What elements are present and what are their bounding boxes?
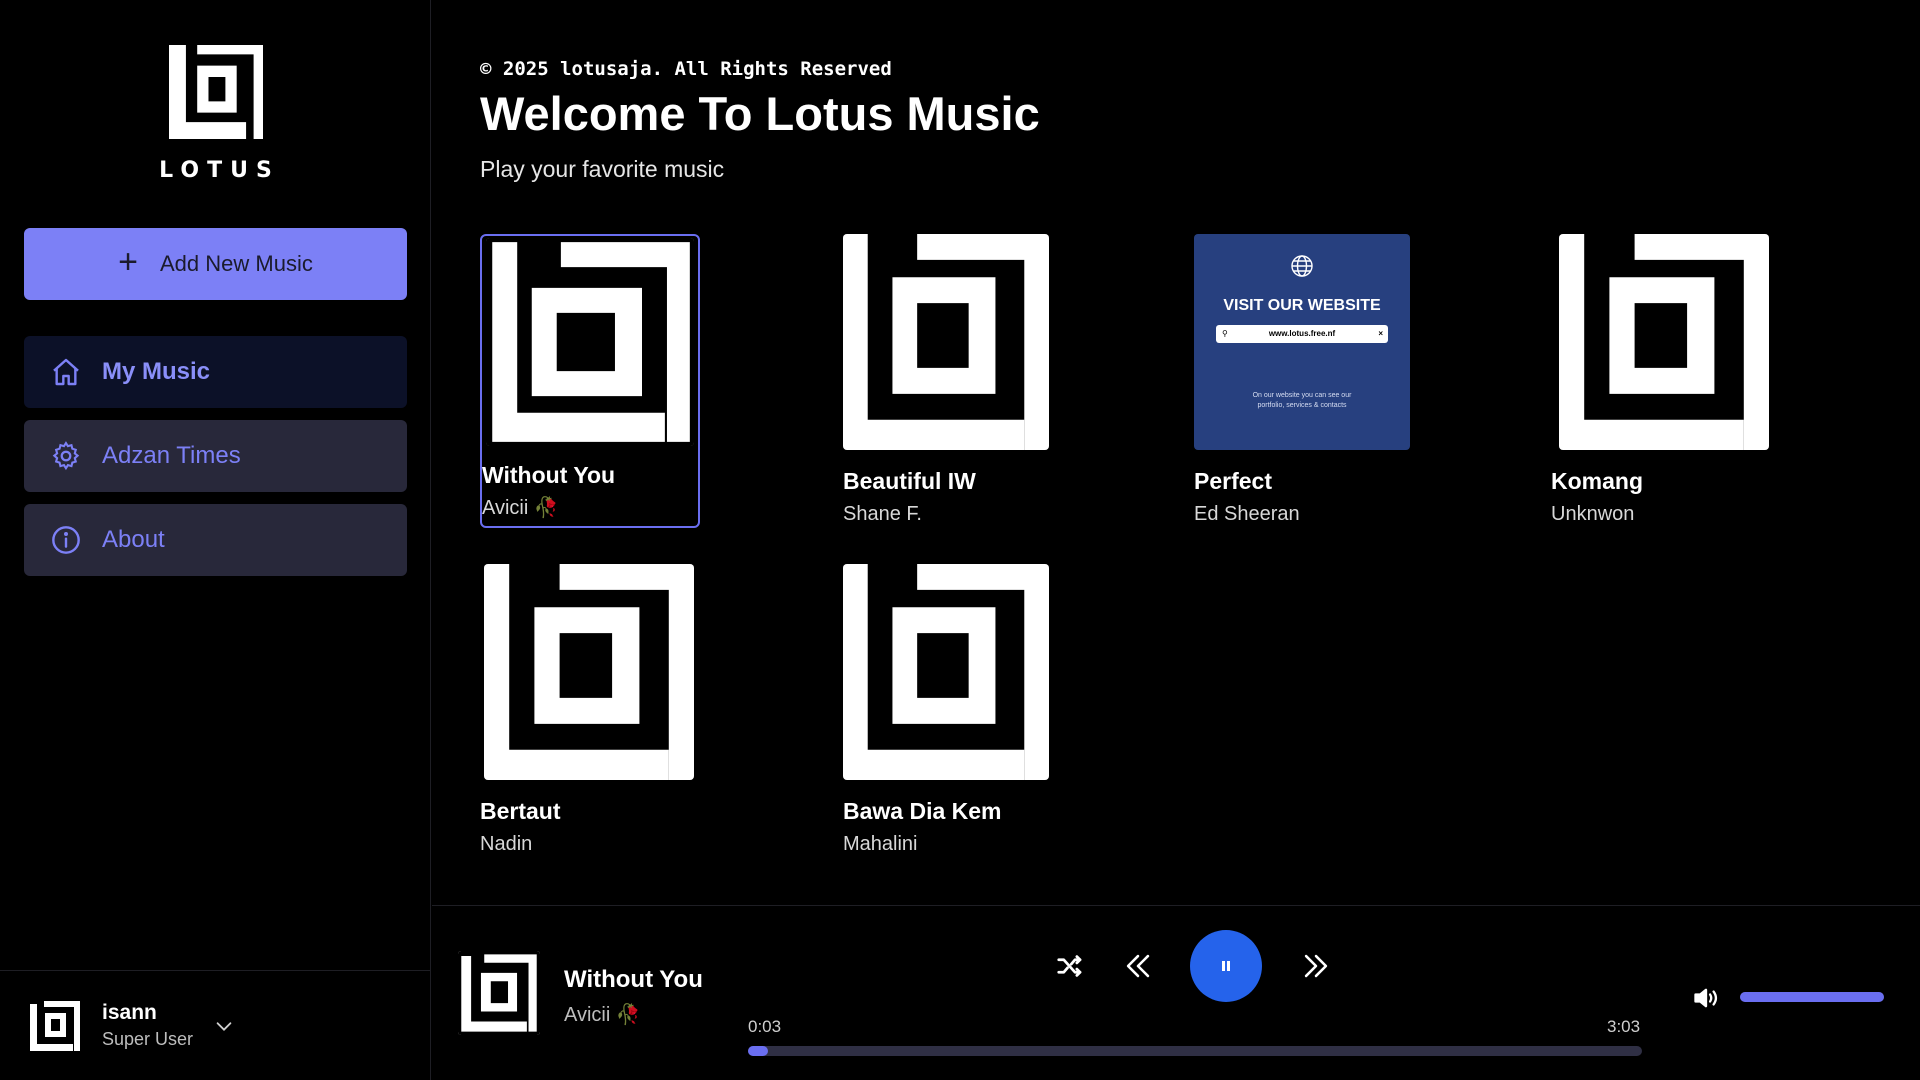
now-playing-title: Without You (564, 966, 703, 993)
player-bar: Without You Avicii 🥀 0:03 3:03 (432, 905, 1920, 1080)
copyright-text: © 2025 lotusaja. All Rights Reserved (480, 58, 892, 80)
song-artist: Nadin (480, 833, 533, 855)
ad-url-bar: ⚲ www.lotus.free.nf × (1216, 325, 1388, 343)
song-title: Without You (482, 462, 616, 488)
pause-button[interactable] (1190, 930, 1262, 1002)
sidebar-item-label: Adzan Times (102, 442, 241, 469)
volume-button[interactable] (1688, 982, 1724, 1014)
add-new-music-label: Add New Music (160, 251, 313, 276)
ad-footer: On our website you can see our portfolio… (1194, 391, 1410, 411)
main-content: © 2025 lotusaja. All Rights Reserved Wel… (432, 0, 1920, 905)
sidebar: LOTUS + Add New Music My Music Adzan Tim… (0, 0, 431, 1080)
avatar (30, 1000, 80, 1051)
progress-bar[interactable] (748, 1046, 1642, 1056)
ad-footer-line: On our website you can see our (1252, 392, 1352, 399)
shuffle-icon (1057, 955, 1082, 977)
song-artist: Avicii 🥀 (482, 497, 559, 519)
song-artist: Ed Sheeran (1194, 503, 1300, 525)
now-playing-cover (458, 951, 540, 1035)
chevron-down-icon[interactable] (213, 1015, 235, 1037)
song-card[interactable]: Bawa Dia Kem Mahalini (843, 564, 1059, 856)
lotus-logo-icon (843, 234, 1049, 450)
brand[interactable]: LOTUS (0, 40, 431, 183)
song-artist: Shane F. (843, 503, 922, 525)
gear-icon (50, 440, 82, 472)
song-title: Komang (1551, 468, 1643, 494)
now-playing-artist: Avicii 🥀 (564, 1004, 641, 1026)
user-profile[interactable]: isann Super User (0, 970, 431, 1080)
double-chevron-right-icon (1304, 954, 1328, 978)
sidebar-item-label: About (102, 526, 165, 553)
lotus-logo-icon (1559, 234, 1769, 450)
lotus-logo-icon (458, 951, 540, 1035)
song-title: Perfect (1194, 468, 1272, 494)
close-icon: × (1378, 329, 1383, 338)
song-cover (486, 238, 694, 446)
plus-icon: + (118, 243, 138, 281)
lotus-logo-icon (486, 238, 694, 446)
current-time: 0:03 (748, 1017, 782, 1036)
song-title: Bawa Dia Kem (843, 798, 1002, 824)
song-artist: Unknwon (1551, 503, 1635, 525)
song-card[interactable]: Bertaut Nadin (480, 564, 696, 856)
progress-fill (748, 1046, 768, 1056)
website-ad-cover: VISIT OUR WEBSITE ⚲ www.lotus.free.nf × … (1194, 234, 1410, 450)
volume-fill (1740, 992, 1884, 1002)
logo-text: LOTUS (159, 158, 280, 183)
song-cover (484, 564, 694, 780)
song-card[interactable]: Komang Unknwon (1551, 234, 1769, 526)
song-title: Beautiful IW (843, 468, 976, 494)
add-new-music-button[interactable]: + Add New Music (24, 228, 407, 300)
lotus-logo-icon (168, 45, 263, 139)
next-button[interactable] (1296, 946, 1336, 986)
ad-heading: VISIT OUR WEBSITE (1223, 297, 1381, 314)
song-card[interactable]: VISIT OUR WEBSITE ⚲ www.lotus.free.nf × … (1194, 234, 1410, 526)
song-card[interactable]: Without You Avicii 🥀 (480, 234, 700, 528)
app-root: LOTUS + Add New Music My Music Adzan Tim… (0, 0, 1920, 1080)
song-cover (1559, 234, 1769, 450)
sidebar-item-adzan-times[interactable]: Adzan Times (24, 420, 407, 492)
sidebar-item-label: My Music (102, 358, 211, 385)
user-role: Super User (102, 1029, 194, 1049)
total-duration: 3:03 (1607, 1017, 1641, 1036)
info-icon (50, 524, 82, 556)
double-chevron-left-icon (1126, 954, 1150, 978)
song-artist: Mahalini (843, 833, 918, 855)
song-title: Bertaut (480, 798, 561, 824)
page-title: Welcome To Lotus Music (480, 87, 1040, 140)
previous-button[interactable] (1118, 946, 1158, 986)
ad-footer-line: portfolio, services & contacts (1257, 402, 1347, 409)
song-cover (843, 234, 1049, 450)
shuffle-button[interactable] (1052, 948, 1088, 984)
sidebar-item-my-music[interactable]: My Music (24, 336, 407, 408)
page-subtitle: Play your favorite music (480, 156, 725, 182)
search-icon: ⚲ (1222, 329, 1228, 338)
home-icon (50, 356, 82, 388)
lotus-logo-icon (484, 564, 694, 780)
volume-slider[interactable] (1740, 992, 1884, 1002)
volume-icon (1694, 988, 1718, 1008)
song-cover (843, 564, 1049, 780)
song-card[interactable]: Beautiful IW Shane F. (843, 234, 1059, 526)
ad-url-text: www.lotus.free.nf (1268, 329, 1336, 338)
lotus-logo-icon (843, 564, 1049, 780)
user-info: isann Super User (102, 1001, 193, 1050)
sidebar-item-about[interactable]: About (24, 504, 407, 576)
globe-icon (1291, 255, 1313, 277)
user-name: isann (102, 1001, 157, 1024)
pause-icon (1222, 961, 1230, 971)
